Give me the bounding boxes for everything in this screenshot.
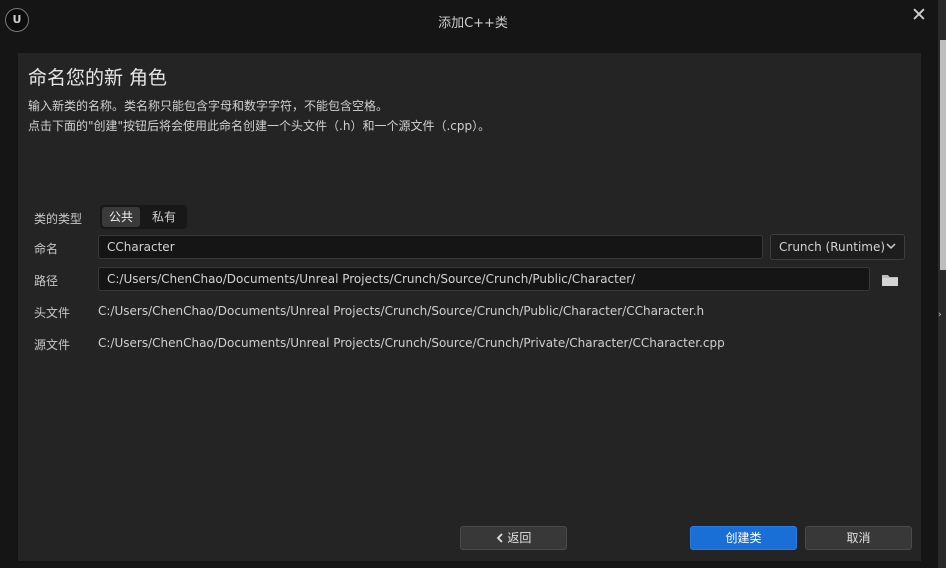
module-dropdown[interactable]: Crunch (Runtime) — [770, 234, 905, 260]
path-label: 路径 — [34, 274, 59, 288]
header-file-path: C:/Users/ChenChao/Documents/Unreal Proje… — [98, 304, 705, 318]
class-type-private-option[interactable]: 私有 — [144, 207, 184, 227]
back-button[interactable]: 返回 — [460, 526, 567, 550]
path-input[interactable] — [98, 267, 870, 291]
class-type-label: 类的类型 — [34, 212, 83, 226]
chevron-right-icon: › — [938, 310, 942, 320]
class-type-toggle: 公共 私有 — [100, 205, 187, 229]
module-selected-value: Crunch (Runtime) — [779, 240, 886, 254]
back-button-label: 返回 — [507, 531, 532, 545]
source-file-path: C:/Users/ChenChao/Documents/Unreal Proje… — [98, 336, 725, 350]
cancel-button[interactable]: 取消 — [805, 526, 912, 550]
dialog-heading: 命名您的新 角色 — [28, 67, 168, 89]
description-line-2: 点击下面的"创建"按钮后将会使用此命名创建一个头文件（.h）和一个源文件（.cp… — [28, 119, 491, 133]
dialog-panel: 命名您的新 角色 输入新类的名称。类名称只能包含字母和数字字符，不能包含空格。 … — [18, 53, 921, 561]
header-file-label: 头文件 — [34, 306, 71, 320]
title-bar: U 添加C++类 ✕ — [0, 0, 946, 40]
close-icon[interactable]: ✕ — [908, 4, 930, 26]
chevron-left-icon — [496, 531, 508, 545]
name-label: 命名 — [34, 242, 59, 256]
source-file-label: 源文件 — [34, 338, 71, 352]
window-title: 添加C++类 — [438, 16, 508, 31]
description-line-1: 输入新类的名称。类名称只能包含字母和数字字符，不能包含空格。 — [28, 99, 389, 113]
chevron-down-icon — [886, 235, 896, 259]
class-type-public-option[interactable]: 公共 — [102, 207, 140, 227]
background-window-sliver — [940, 40, 946, 270]
folder-icon[interactable] — [881, 273, 899, 287]
background-window-edge: › — [938, 0, 946, 568]
class-name-input[interactable] — [98, 235, 763, 259]
create-class-button[interactable]: 创建类 — [690, 526, 797, 550]
